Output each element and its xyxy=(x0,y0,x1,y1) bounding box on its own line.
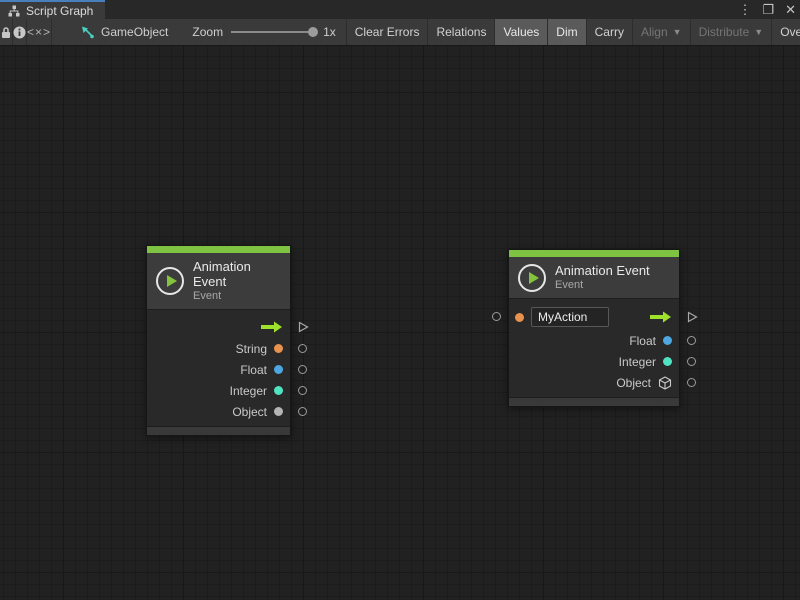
gameobject-context[interactable]: GameObject xyxy=(80,19,168,45)
flow-output-row xyxy=(147,315,290,338)
port-row-object: Object xyxy=(509,372,679,393)
dim-button[interactable]: Dim xyxy=(547,19,585,45)
relations-button[interactable]: Relations xyxy=(427,19,494,45)
values-button[interactable]: Values xyxy=(494,19,547,45)
node-header: Animation Event Event xyxy=(147,253,290,310)
zoom-label: Zoom xyxy=(192,25,223,39)
flow-port[interactable] xyxy=(686,311,698,323)
integer-port-dot xyxy=(663,357,672,366)
zoom-slider-thumb[interactable] xyxy=(308,27,318,37)
string-port[interactable] xyxy=(298,344,307,353)
window-close-icon[interactable]: ✕ xyxy=(785,3,796,16)
float-port-dot xyxy=(274,365,283,374)
node-body: String Float Integer Object xyxy=(147,310,290,426)
port-label: Float xyxy=(629,334,656,348)
port-row-float: Float xyxy=(509,330,679,351)
graph-icon xyxy=(8,5,20,17)
gameobject-label: GameObject xyxy=(101,25,168,39)
tab-script-graph[interactable]: Script Graph xyxy=(0,0,105,19)
chevron-down-icon: ▼ xyxy=(754,27,763,37)
port-row-object: Object xyxy=(147,401,290,422)
node-header: Animation Event Event xyxy=(509,257,679,299)
flow-arrow-icon xyxy=(260,321,283,333)
tab-title: Script Graph xyxy=(26,4,93,18)
node-accent-bar xyxy=(147,246,290,253)
event-play-icon xyxy=(156,267,184,295)
integer-port[interactable] xyxy=(298,386,307,395)
node-subtitle: Event xyxy=(193,290,280,303)
port-label: String xyxy=(236,342,267,356)
dim-label: Dim xyxy=(556,25,577,39)
flow-arrow-icon xyxy=(649,311,672,323)
script-graph-window: Script Graph ⋮ ❐ ✕ <×> xyxy=(0,0,800,600)
align-label: Align xyxy=(641,25,668,39)
align-button[interactable]: Align ▼ xyxy=(632,19,690,45)
port-label: Object xyxy=(616,376,651,390)
info-button[interactable] xyxy=(13,19,27,45)
object-port[interactable] xyxy=(687,378,696,387)
name-port-dot xyxy=(515,313,524,322)
port-label: Object xyxy=(232,405,267,419)
float-port[interactable] xyxy=(687,336,696,345)
lock-button[interactable] xyxy=(0,19,13,45)
port-label: Integer xyxy=(619,355,656,369)
event-play-icon xyxy=(518,264,546,292)
port-row-float: Float xyxy=(147,359,290,380)
node-footer xyxy=(147,426,290,435)
window-controls: ⋮ ❐ ✕ xyxy=(738,0,796,19)
port-label: Integer xyxy=(230,384,267,398)
animation-event-node-2[interactable]: Animation Event Event Float xyxy=(508,249,680,407)
event-name-input[interactable] xyxy=(531,307,609,327)
values-label: Values xyxy=(503,25,539,39)
animation-event-node-1[interactable]: Animation Event Event String xyxy=(146,245,291,436)
node-accent-bar xyxy=(509,250,679,257)
carry-button[interactable]: Carry xyxy=(586,19,632,45)
object-port[interactable] xyxy=(298,407,307,416)
zoom-slider[interactable] xyxy=(231,31,315,33)
port-row-integer: Integer xyxy=(147,380,290,401)
lock-icon xyxy=(0,26,12,39)
chevron-down-icon: ▼ xyxy=(673,27,682,37)
port-label: Float xyxy=(240,363,267,377)
toolbar-buttons: Clear Errors Relations Values Dim Carry … xyxy=(346,19,800,45)
graph-toolbar: <×> GameObject Zoom 1x Clear Errors Rela… xyxy=(0,19,800,46)
node-footer xyxy=(509,397,679,406)
gameobject-pointer-icon xyxy=(80,25,94,39)
event-name-row xyxy=(509,304,679,330)
tab-strip: Script Graph ⋮ ❐ ✕ xyxy=(0,0,800,19)
graph-canvas[interactable]: Animation Event Event String xyxy=(0,46,800,600)
node-title: Animation Event xyxy=(193,259,280,289)
node-subtitle: Event xyxy=(555,279,650,292)
overview-button[interactable]: Overview xyxy=(771,19,800,45)
object-port-dot xyxy=(274,407,283,416)
flow-port[interactable] xyxy=(297,321,309,333)
float-port-dot xyxy=(663,336,672,345)
zoom-value: 1x xyxy=(323,25,336,39)
port-row-integer: Integer xyxy=(509,351,679,372)
float-port[interactable] xyxy=(298,365,307,374)
node-title: Animation Event xyxy=(555,263,650,278)
clear-errors-button[interactable]: Clear Errors xyxy=(346,19,428,45)
distribute-label: Distribute xyxy=(699,25,750,39)
string-port-dot xyxy=(274,344,283,353)
zoom-control: Zoom 1x xyxy=(192,19,335,45)
info-icon xyxy=(13,26,26,39)
integer-port-dot xyxy=(274,386,283,395)
name-input-port[interactable] xyxy=(492,312,501,321)
node-body: Float Integer Object xyxy=(509,299,679,397)
code-preview-button[interactable]: <×> xyxy=(27,19,52,45)
integer-port[interactable] xyxy=(687,357,696,366)
window-maximize-icon[interactable]: ❐ xyxy=(762,3,774,16)
clear-errors-label: Clear Errors xyxy=(355,25,420,39)
cube-icon xyxy=(658,376,672,390)
overview-label: Overview xyxy=(780,25,800,39)
code-brackets-icon: <×> xyxy=(27,25,51,39)
window-menu-icon[interactable]: ⋮ xyxy=(738,3,751,16)
distribute-button[interactable]: Distribute ▼ xyxy=(690,19,772,45)
port-row-string: String xyxy=(147,338,290,359)
relations-label: Relations xyxy=(436,25,486,39)
carry-label: Carry xyxy=(595,25,624,39)
